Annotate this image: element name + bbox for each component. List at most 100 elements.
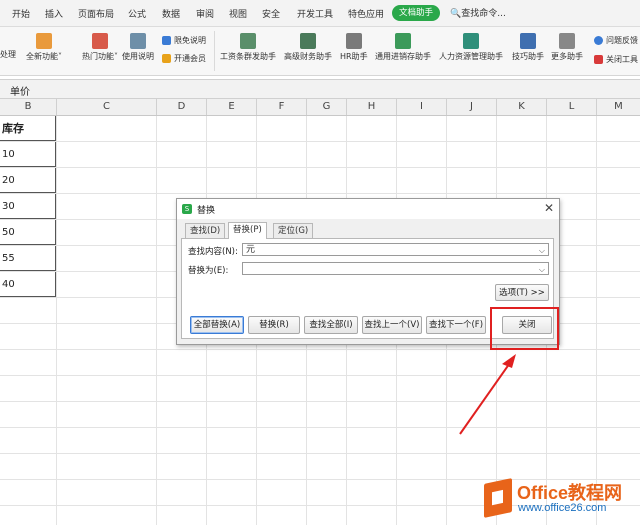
replace-button[interactable]: 替换(R): [248, 316, 300, 334]
options-button[interactable]: 选项(T) >>: [495, 284, 549, 301]
tab-replace[interactable]: 替换(P): [228, 222, 267, 239]
menu-page-layout[interactable]: 页面布局: [78, 7, 114, 20]
ribbon-open-member[interactable]: 开通会员: [162, 53, 206, 64]
annotation-arrow: [459, 354, 516, 435]
ribbon-separator: [214, 31, 215, 71]
salary-icon: [240, 33, 256, 49]
tab-goto[interactable]: 定位(G): [273, 223, 314, 238]
ribbon-hr-assistant[interactable]: HR助手: [340, 33, 368, 62]
column-header[interactable]: B: [0, 99, 57, 115]
command-search[interactable]: 🔍查找命令...: [450, 6, 506, 19]
find-previous-button[interactable]: 查找上一个(V): [362, 316, 422, 334]
replace-label: 替换为(E):: [188, 266, 229, 276]
column-header[interactable]: J: [447, 99, 497, 115]
column-header[interactable]: C: [57, 99, 157, 115]
dialog-titlebar[interactable]: S 替换 ✕: [177, 199, 559, 219]
finance-icon: [300, 33, 316, 49]
ribbon-tips-assistant[interactable]: 技巧助手: [512, 33, 544, 62]
search-icon: 🔍: [450, 9, 462, 19]
replace-all-button[interactable]: 全部替换(A): [190, 316, 244, 334]
ribbon-new-feature-label: 全新功能: [26, 52, 58, 61]
chevron-down-icon[interactable]: ⌵: [539, 263, 545, 276]
column-header[interactable]: L: [547, 99, 597, 115]
column-header[interactable]: H: [347, 99, 397, 115]
column-headers: B C D E F G H I J K L M: [0, 99, 640, 116]
help-icon: [594, 36, 603, 45]
ribbon-usage-guide[interactable]: 使用说明: [122, 33, 154, 62]
new-feature-icon: [36, 33, 52, 49]
table-cell[interactable]: 20: [0, 168, 56, 193]
ribbon-hr-manage-label: 人力资源管理助手: [439, 52, 503, 61]
ribbon-inventory-assistant[interactable]: 通用进销存助手: [375, 33, 431, 62]
chevron-down-icon[interactable]: ⌵: [539, 244, 545, 257]
ribbon-free-notes-label: 限免说明: [174, 36, 206, 45]
watermark-url: www.office26.com: [518, 502, 607, 514]
table-cell[interactable]: 55: [0, 246, 56, 271]
ribbon-hr-label: HR助手: [340, 52, 368, 61]
menu-insert[interactable]: 插入: [45, 7, 63, 20]
ribbon-more-label: 更多助手: [551, 52, 583, 61]
find-label: 查找内容(N):: [188, 247, 238, 257]
office-logo-icon: [484, 478, 512, 518]
ribbon-new-feature[interactable]: 全新功能˅: [26, 33, 62, 62]
ribbon-usage-guide-label: 使用说明: [122, 52, 154, 61]
replace-input[interactable]: ⌵: [242, 262, 549, 275]
menu-review[interactable]: 审阅: [196, 7, 214, 20]
menu-data[interactable]: 数据: [162, 7, 180, 20]
menu-developer[interactable]: 开发工具: [297, 7, 333, 20]
ribbon-hot-feature[interactable]: 热门功能˅: [82, 33, 118, 62]
table-cell[interactable]: 40: [0, 272, 56, 297]
menu-home[interactable]: 开始: [12, 7, 30, 20]
tag-icon: [162, 36, 171, 45]
find-input[interactable]: 元 ⌵: [242, 243, 549, 256]
formula-value: 单价: [10, 87, 30, 98]
ribbon-hr-management[interactable]: 人力资源管理助手: [439, 33, 503, 62]
ribbon-inventory-label: 通用进销存助手: [375, 52, 431, 61]
menu-special-apps[interactable]: 特色应用: [348, 7, 384, 20]
table-cell[interactable]: 10: [0, 142, 56, 167]
column-header[interactable]: I: [397, 99, 447, 115]
tips-icon: [520, 33, 536, 49]
crown-icon: [162, 54, 171, 63]
ribbon-finance-label: 高级财务助手: [284, 52, 332, 61]
column-header[interactable]: K: [497, 99, 547, 115]
ribbon-free-notes[interactable]: 限免说明: [162, 35, 206, 46]
column-header[interactable]: F: [257, 99, 307, 115]
ribbon-tips-label: 技巧助手: [512, 52, 544, 61]
app-logo-icon: S: [182, 204, 192, 214]
menu-security[interactable]: 安全: [262, 7, 280, 20]
ribbon-feedback-label: 问题反馈: [606, 36, 638, 45]
inventory-icon: [395, 33, 411, 49]
ribbon-open-member-label: 开通会员: [174, 54, 206, 63]
ribbon-process[interactable]: 处理: [0, 49, 16, 60]
column-header[interactable]: M: [597, 99, 640, 115]
menu-doc-assistant[interactable]: 文档助手: [392, 5, 440, 21]
hr-icon: [345, 33, 362, 49]
formula-bar[interactable]: 单价: [0, 79, 640, 99]
ribbon-feedback[interactable]: 问题反馈: [594, 35, 638, 46]
command-search-text: 查找命令...: [461, 9, 506, 19]
tab-find[interactable]: 查找(D): [185, 223, 226, 238]
find-all-button[interactable]: 查找全部(I): [304, 316, 358, 334]
ribbon-close-tool-label: 关闭工具: [606, 55, 638, 64]
close-tool-icon: [594, 55, 603, 64]
menu-view[interactable]: 视图: [229, 7, 247, 20]
arrow-shaft: [459, 359, 513, 435]
ribbon-close-tool[interactable]: 关闭工具: [594, 54, 638, 65]
table-cell[interactable]: 30: [0, 194, 56, 219]
watermark: Office教程网 www.office26.com: [484, 477, 634, 521]
ribbon-more-assistant[interactable]: 更多助手: [551, 33, 583, 62]
find-input-value: 元: [246, 245, 256, 255]
table-cell[interactable]: 50: [0, 220, 56, 245]
arrow-head: [502, 354, 516, 368]
guide-icon: [130, 33, 146, 49]
ribbon-salary-assistant[interactable]: 工资条群发助手: [220, 33, 276, 62]
column-header[interactable]: E: [207, 99, 257, 115]
close-icon[interactable]: ✕: [544, 201, 554, 215]
ribbon-finance-assistant[interactable]: 高级财务助手: [284, 33, 332, 62]
column-header[interactable]: D: [157, 99, 207, 115]
table-cell-header[interactable]: 库存: [0, 116, 56, 141]
find-next-button[interactable]: 查找下一个(F): [426, 316, 486, 334]
menu-formula[interactable]: 公式: [128, 7, 146, 20]
column-header[interactable]: G: [307, 99, 347, 115]
